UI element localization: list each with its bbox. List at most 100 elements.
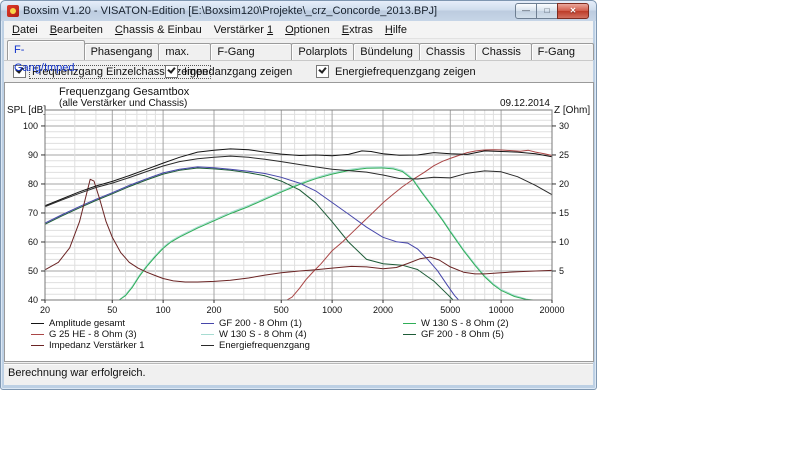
legend-item-gf200_5: GF 200 - 8 Ohm (5) [403,329,509,340]
maximize-button[interactable]: □ [536,3,558,19]
minimize-icon: — [522,6,530,15]
tick-label-x: 20 [40,305,50,315]
checkbox-label: Impedanzgang zeigen [184,65,293,78]
tick-label-x: 50 [107,305,117,315]
status-text: Berechnung war erfolgreich. [8,367,146,379]
menu-item-extras[interactable]: Extras [336,23,379,37]
tab-f-gang-elektr[interactable]: F-Gang elektr. [530,43,595,74]
tick-label-left: 50 [28,266,38,276]
tick-label-x: 2000 [373,305,393,315]
legend-item-g25he: G 25 HE - 8 Ohm (3) [31,329,145,340]
legend-item-impedanz: Impedanz Verstärker 1 [31,340,145,351]
status-bar: Berechnung war erfolgreich. [4,363,593,384]
checkbox-toolbar: Frequenzgang Einzelchassis zeigen Impedan… [4,60,593,84]
close-icon: ✕ [569,6,577,15]
tick-label-x: 200 [206,305,221,315]
legend-label: Amplitude gesamt [49,318,126,329]
legend-label: W 130 S - 8 Ohm (4) [219,329,307,340]
legend-line-swatch [403,323,416,324]
tick-label-left: 40 [28,295,38,305]
legend-label: GF 200 - 8 Ohm (5) [421,329,504,340]
menubar: Datei Bearbeiten Chassis & Einbau Verstärke… [4,21,593,39]
tab-bündelung[interactable]: Bündelung [353,43,420,60]
legend-label: W 130 S - 8 Ohm (2) [421,318,509,329]
curve-amplitude [44,148,553,207]
menu-item-verstärker-1[interactable]: Verstärker 1 [208,23,279,37]
tick-label-x: 10000 [489,305,514,315]
application-window: Boxsim V1.20 - VISATON-Edition [E:\Boxsi… [0,0,597,390]
tick-label-left: 70 [28,208,38,218]
legend-column: W 130 S - 8 Ohm (2) GF 200 - 8 Ohm (5) [403,318,509,340]
legend-column: Amplitude gesamt G 25 HE - 8 Ohm (3) Imped… [31,318,145,351]
app-icon [7,5,19,17]
curve-gf200_5 [44,167,454,301]
tick-label-left: 90 [28,150,38,160]
window-client-area: Datei Bearbeiten Chassis & Einbau Verstärke… [4,21,595,385]
tick-label-right: 10 [559,237,569,247]
tab-polarplots[interactable]: Polarplots [291,43,355,60]
maximize-icon: □ [544,6,550,15]
tick-label-right: 20 [559,179,569,189]
menu-item-chassis-einbau[interactable]: Chassis & Einbau [109,23,208,37]
close-button[interactable]: ✕ [557,3,589,19]
window-title: Boxsim V1.20 - VISATON-Edition [E:\Boxsi… [23,5,438,17]
chart-panel: Frequenzgang Gesamtbox (alle Verstärker … [4,82,594,362]
legend-line-swatch [31,334,44,335]
legend-item-w130s_2: W 130 S - 8 Ohm (2) [403,318,509,329]
tab-max-pegel[interactable]: max. Pegel [158,43,212,74]
tick-label-right: 25 [559,150,569,160]
legend-column: GF 200 - 8 Ohm (1) W 130 S - 8 Ohm (4) Ene… [201,318,310,351]
legend-item-gf200_1: GF 200 - 8 Ohm (1) [201,318,310,329]
legend-line-swatch [201,323,214,324]
tick-label-right: 30 [559,121,569,131]
tab-chassis-5-8[interactable]: Chassis 5..8 [474,43,532,74]
tick-label-x: 500 [274,305,289,315]
tick-label-right: 15 [559,208,569,218]
legend-item-w130s_4: W 130 S - 8 Ohm (4) [201,329,310,340]
tab-chassis-1-4[interactable]: Chassis 1..4 [418,43,476,74]
minimize-button[interactable]: — [515,3,537,19]
menu-item-hilfe[interactable]: Hilfe [379,23,413,37]
legend-line-swatch [201,345,214,346]
tab-f-gang-richtungen[interactable]: F-Gang Richtungen [210,43,293,74]
legend-label: Impedanz Verstärker 1 [49,340,145,351]
checkbox-label: Energiefrequenzgang zeigen [335,65,476,78]
curve-w130s_4 [45,166,532,301]
curve-w130s_2 [45,167,541,301]
tick-label-left: 80 [28,179,38,189]
legend-line-swatch [31,323,44,324]
window-titlebar[interactable]: Boxsim V1.20 - VISATON-Edition [E:\Boxsi… [1,1,596,21]
tab-bar: F-Gang/Imped.Phasengangmax. PegelF-Gang … [4,39,595,74]
checkbox-box[interactable] [316,65,329,78]
tick-label-x: 20000 [539,305,564,315]
tick-label-left: 100 [23,121,38,131]
legend-label: GF 200 - 8 Ohm (1) [219,318,302,329]
chart-legend: Amplitude gesamt G 25 HE - 8 Ohm (3) Imped… [5,318,593,356]
screenshot-canvas: Boxsim V1.20 - VISATON-Edition [E:\Boxsi… [0,0,800,450]
legend-item-energie: Energiefrequenzgang [201,340,310,351]
menu-item-optionen[interactable]: Optionen [279,23,336,37]
tab-phasengang[interactable]: Phasengang [83,43,160,60]
legend-label: G 25 HE - 8 Ohm (3) [49,329,137,340]
checkmark-icon [318,65,327,74]
legend-item-amplitude: Amplitude gesamt [31,318,145,329]
tick-label-right: 5 [559,266,564,276]
legend-line-swatch [31,345,44,346]
menu-item-bearbeiten[interactable]: Bearbeiten [44,23,109,37]
checkbox-impedanzgang-zeigen[interactable]: Impedanzgang zeigen [165,65,294,78]
frequency-response-plot: 40 50 60 70 80 90 100 5 10 15 20 25 30 20 50 100 200 500 1… [23,109,569,315]
checkbox-box[interactable] [165,65,178,78]
legend-label: Energiefrequenzgang [219,340,310,351]
menu-item-datei[interactable]: Datei [6,23,44,37]
legend-line-swatch [201,334,214,335]
checkmark-icon [167,65,176,74]
tick-label-left: 60 [28,237,38,247]
checkbox-energiefrequenzgang-zeigen[interactable]: Energiefrequenzgang zeigen [316,65,478,78]
tick-label-x: 1000 [322,305,342,315]
window-controls: — □ ✕ [515,3,589,19]
legend-line-swatch [403,334,416,335]
tab-f-gang-imped[interactable]: F-Gang/Imped. [7,40,85,74]
tick-label-x: 100 [156,305,171,315]
tick-label-x: 5000 [440,305,460,315]
curve-energie [44,155,553,208]
